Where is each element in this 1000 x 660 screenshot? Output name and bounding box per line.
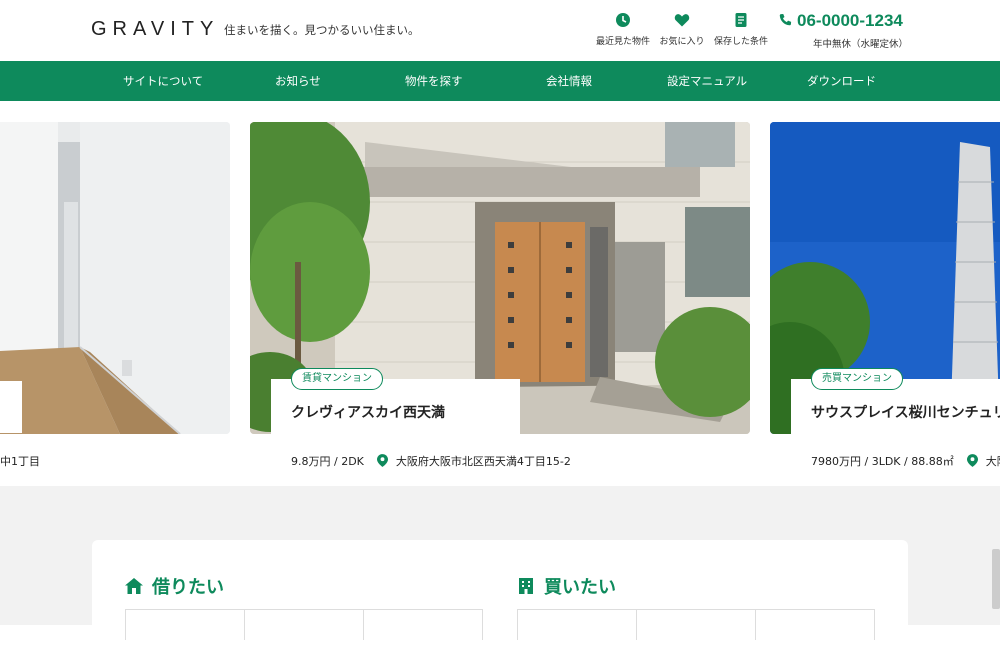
phone-number[interactable]: 06-0000-1234 — [778, 11, 903, 31]
saved-conditions-label: 保存した条件 — [713, 37, 768, 47]
favorites-label: お気に入り — [659, 37, 705, 47]
card-3-address: 大阪府 — [985, 455, 1000, 468]
card-2-price: 9.8万円 / 2DK — [291, 455, 364, 468]
search-panel: 借りたい 買いたい — [92, 540, 908, 660]
phone-number-text: 06-0000-1234 — [797, 11, 903, 30]
phone-icon — [779, 13, 792, 26]
nav-item-download[interactable]: ダウンロード — [807, 61, 876, 101]
card-3-title[interactable]: サウスプレイス桜川センチュリ — [811, 402, 1000, 422]
rent-search-cell[interactable] — [125, 610, 244, 640]
heart-icon — [674, 14, 690, 27]
page-scrollbar[interactable] — [992, 549, 1000, 609]
map-pin-icon — [377, 454, 389, 467]
card-1-address: 中1丁目 — [0, 455, 40, 468]
card-3-meta: 7980万円 / 3LDK / 88.88㎡ 大阪府 — [811, 453, 1000, 469]
nav-item-about[interactable]: サイトについて — [123, 61, 203, 101]
property-card-image-1[interactable] — [0, 122, 230, 434]
card-3-category-badge: 売買マンション — [811, 368, 903, 390]
clock-icon — [616, 13, 630, 27]
rent-search-table — [125, 609, 483, 649]
recently-viewed-label: 最近見た物件 — [595, 37, 650, 47]
search-section: 借りたい 買いたい — [0, 486, 1000, 660]
buy-title-text: 買いたい — [544, 577, 616, 598]
buy-search-table — [517, 609, 875, 649]
card-2-meta: 9.8万円 / 2DK 大阪府大阪市北区西天満4丁目15-2 — [291, 453, 571, 469]
site-logo[interactable]: GRAVITY — [91, 18, 219, 41]
nav-item-company[interactable]: 会社情報 — [546, 61, 592, 101]
card-2-address: 大阪府大阪市北区西天満4丁目15-2 — [395, 455, 571, 468]
buy-search-cell[interactable] — [517, 610, 636, 640]
global-nav: サイトについて お知らせ 物件を探す 会社情報 設定マニュアル ダウンロード — [0, 61, 1000, 101]
site-header: GRAVITY 住まいを描く。見つかるいい住まい。 最近見た物件 お気に入り 保… — [0, 0, 1000, 61]
card-2-category-badge: 賃貸マンション — [291, 368, 383, 390]
nav-item-manual[interactable]: 設定マニュアル — [667, 61, 747, 101]
buy-section-title: 買いたい — [516, 573, 616, 599]
nav-item-search[interactable]: 物件を探す — [405, 61, 463, 101]
interior-room-photo — [0, 122, 230, 434]
rent-section-title: 借りたい — [124, 573, 224, 599]
rent-title-text: 借りたい — [152, 577, 224, 598]
property-slider: 中1丁目 賃貸マンション クレヴィアスカイ西天満 9.8万円 / 2DK 大阪府… — [0, 101, 1000, 486]
nav-item-news[interactable]: お知らせ — [275, 61, 321, 101]
building-icon — [519, 578, 533, 594]
map-pin-icon — [967, 454, 979, 467]
card-2-title[interactable]: クレヴィアスカイ西天満 — [291, 402, 445, 422]
rent-search-cell[interactable] — [363, 610, 483, 640]
document-icon — [735, 13, 747, 27]
house-icon — [125, 578, 143, 594]
buy-search-cell[interactable] — [755, 610, 875, 640]
site-tagline: 住まいを描く。見つかるいい住まい。 — [224, 23, 420, 37]
rent-search-cell[interactable] — [244, 610, 363, 640]
business-hours: 年中無休（水曜定休） — [813, 39, 909, 50]
buy-search-cell[interactable] — [636, 610, 755, 640]
card-1-label-box — [0, 381, 22, 433]
card-3-price: 7980万円 / 3LDK / 88.88㎡ — [811, 455, 954, 468]
saved-conditions-link[interactable]: 保存した条件 — [706, 12, 776, 47]
